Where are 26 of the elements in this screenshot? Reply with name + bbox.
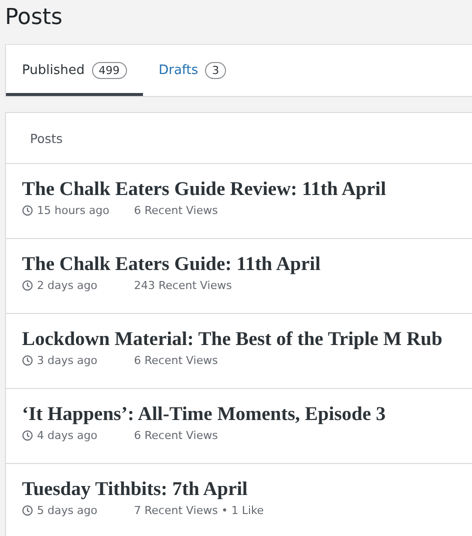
post-stats: 6 Recent Views bbox=[134, 429, 218, 442]
post-title[interactable]: ‘It Happens’: All-Time Moments, Episode 3 bbox=[22, 404, 386, 426]
post-title[interactable]: Lockdown Material: The Best of the Triple M Rub bbox=[22, 329, 442, 351]
clock-icon bbox=[22, 355, 33, 366]
clock-icon bbox=[22, 205, 33, 216]
post-stats: 6 Recent Views bbox=[134, 354, 218, 367]
post-title[interactable]: Tuesday Tithbits: 7th April bbox=[22, 479, 248, 501]
post-title[interactable]: The Chalk Eaters Guide: 11th April bbox=[22, 254, 320, 276]
list-header: Posts bbox=[30, 130, 63, 146]
post-stats: 7 Recent Views • 1 Like bbox=[134, 504, 264, 517]
page-title: Posts bbox=[5, 5, 62, 31]
post-age: 5 days ago bbox=[37, 504, 98, 517]
post-age: 4 days ago bbox=[37, 429, 98, 442]
post-age: 3 days ago bbox=[37, 354, 98, 367]
post-age: 15 hours ago bbox=[37, 204, 110, 217]
post-age: 2 days ago bbox=[37, 279, 98, 292]
post-title[interactable]: The Chalk Eaters Guide Review: 11th April bbox=[22, 179, 386, 201]
post-stats: 6 Recent Views bbox=[134, 204, 218, 217]
count-badge: 3 bbox=[205, 62, 226, 79]
tab[interactable]: Published 499 bbox=[6, 45, 143, 96]
post-stats: 243 Recent Views bbox=[134, 279, 232, 292]
count-badge: 499 bbox=[92, 62, 127, 79]
clock-icon bbox=[22, 280, 33, 291]
clock-icon bbox=[22, 430, 33, 441]
tab[interactable]: Drafts 3 bbox=[142, 45, 242, 96]
clock-icon bbox=[22, 505, 33, 516]
